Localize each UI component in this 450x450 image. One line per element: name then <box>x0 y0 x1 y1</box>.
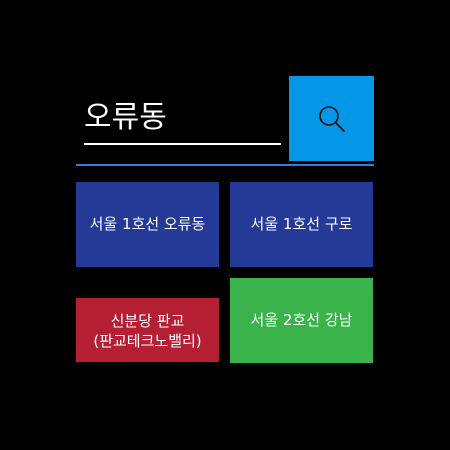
result-tile-label: 신분당 판교(판교테크노밸리) <box>93 312 202 350</box>
result-tile-seoul-line1-guro[interactable]: 서울 1호선 구로 <box>230 182 373 267</box>
result-tile-seoul-line1-oryu-dong[interactable]: 서울 1호선 오류동 <box>76 182 219 267</box>
divider <box>76 164 374 166</box>
station-search-screen: 오류동 서울 1호선 오류동 서울 1호선 구로 신분당 판교(판교테크노밸리)… <box>0 0 450 450</box>
result-tile-label: 서울 1호선 오류동 <box>89 215 206 233</box>
search-icon <box>318 105 345 132</box>
result-tile-seoul-line2-gangnam[interactable]: 서울 2호선 강남 <box>230 278 373 363</box>
search-input[interactable]: 오류동 <box>84 96 280 140</box>
result-tile-label: 서울 2호선 강남 <box>250 311 353 329</box>
result-tile-sinbundang-pangyo[interactable]: 신분당 판교(판교테크노밸리) <box>76 298 219 362</box>
search-input-underline <box>84 143 281 145</box>
result-tile-label: 서울 1호선 구로 <box>250 215 353 233</box>
search-button[interactable] <box>289 76 374 161</box>
